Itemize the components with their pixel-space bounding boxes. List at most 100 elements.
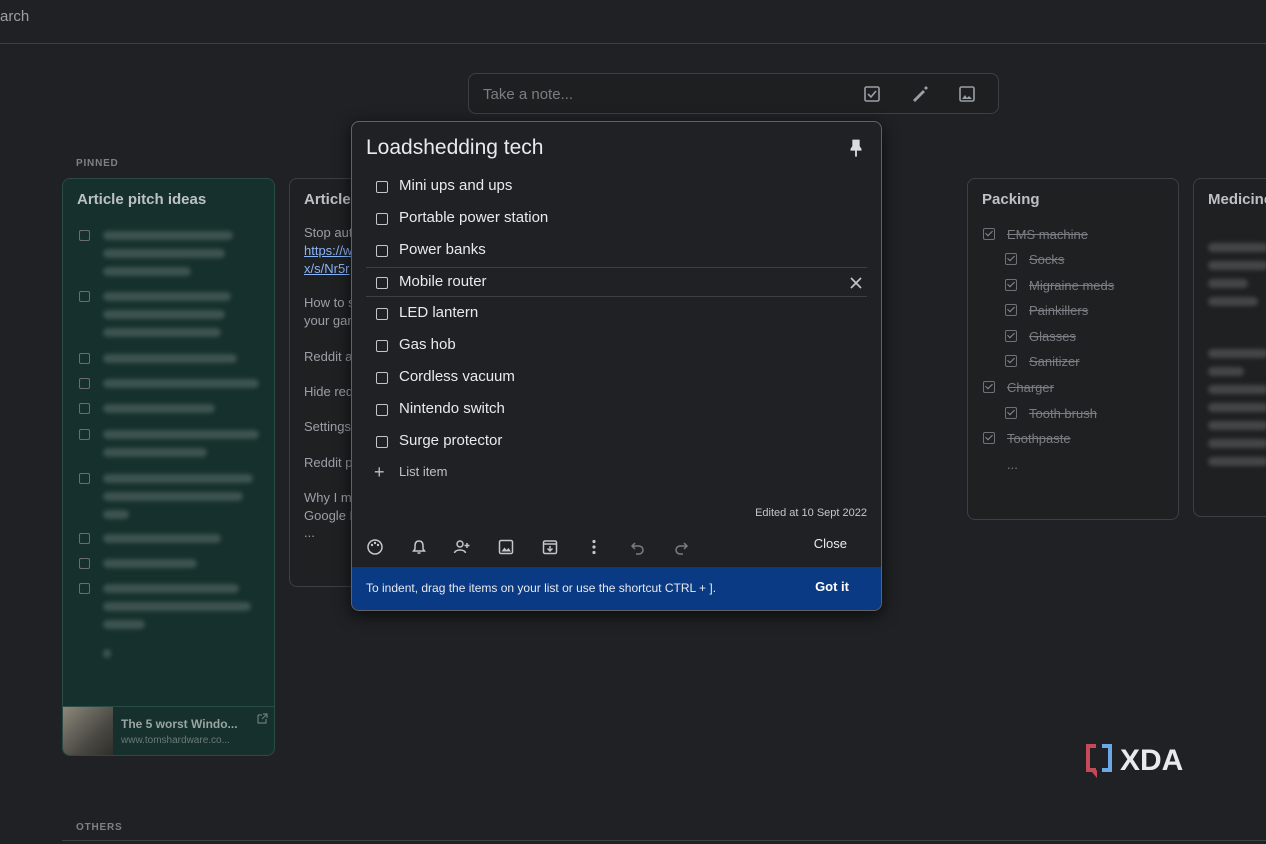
checkbox[interactable]	[376, 372, 388, 384]
delete-item-icon[interactable]	[845, 272, 867, 294]
packing-item: Toothpaste	[1007, 431, 1071, 446]
collaborator-icon[interactable]	[453, 538, 471, 556]
got-it-button[interactable]: Got it	[815, 579, 849, 594]
list-item[interactable]: Power banks	[366, 236, 867, 266]
checkbox[interactable]	[79, 533, 90, 544]
add-image-icon[interactable]	[497, 538, 515, 556]
checkbox[interactable]	[376, 436, 388, 448]
others-label: OTHERS	[76, 822, 123, 833]
list-item-text[interactable]: Surge protector	[399, 432, 502, 449]
card-title: Article	[304, 191, 351, 208]
list-item-text[interactable]: Portable power station	[399, 209, 548, 226]
xda-logo-icon: XDA	[1086, 744, 1183, 778]
list-item-text[interactable]: Nintendo switch	[399, 400, 505, 417]
checked-checkbox[interactable]	[1005, 330, 1017, 342]
list-item[interactable]: Gas hob	[366, 331, 867, 361]
article-line: How to s	[304, 295, 355, 310]
checked-checkbox[interactable]	[983, 228, 995, 240]
article-link[interactable]: x/s/Nr5r	[304, 261, 350, 276]
undo-icon[interactable]	[629, 538, 647, 556]
checkbox[interactable]	[79, 429, 90, 440]
checkbox[interactable]	[79, 583, 90, 594]
checkbox[interactable]	[79, 403, 90, 414]
article-link[interactable]: https://w	[304, 243, 352, 258]
list-item-text[interactable]: Mobile router	[399, 273, 487, 290]
list-item-text[interactable]: Cordless vacuum	[399, 368, 515, 385]
checked-checkbox[interactable]	[983, 381, 995, 393]
link-url: www.tomshardware.co...	[121, 735, 230, 746]
search-input-text[interactable]: arch	[0, 8, 29, 25]
close-button[interactable]: Close	[814, 536, 847, 551]
checked-checkbox[interactable]	[983, 432, 995, 444]
card-title: Packing	[982, 191, 1040, 208]
open-link-icon[interactable]	[256, 713, 268, 725]
list-item[interactable]: Surge protector	[366, 427, 867, 457]
checked-checkbox[interactable]	[1005, 253, 1017, 265]
checkbox[interactable]	[79, 291, 90, 302]
plus-icon: +	[374, 462, 385, 482]
redo-icon[interactable]	[672, 538, 690, 556]
list-item[interactable]: LED lantern	[366, 299, 867, 329]
article-line: Hide red	[304, 384, 354, 399]
list-item[interactable]: Mini ups and ups	[366, 172, 867, 202]
add-list-item-label: List item	[399, 464, 448, 479]
checkbox[interactable]	[376, 404, 388, 416]
banner-message: To indent, drag the items on your list o…	[366, 581, 717, 595]
image-icon[interactable]	[957, 84, 977, 104]
article-line: Stop aut	[304, 225, 353, 240]
checkbox[interactable]	[376, 181, 388, 193]
packing-item: Sanitizer	[1029, 354, 1080, 369]
reminder-bell-icon[interactable]	[410, 538, 428, 556]
list-item[interactable]: Mobile router	[366, 267, 867, 297]
indent-tip-banner: To indent, drag the items on your list o…	[352, 567, 881, 610]
checked-checkbox[interactable]	[1005, 355, 1017, 367]
list-item[interactable]: Cordless vacuum	[366, 363, 867, 393]
checked-checkbox[interactable]	[1005, 407, 1017, 419]
more-options-icon[interactable]	[585, 538, 603, 556]
link-thumbnail	[63, 707, 113, 755]
checked-checkbox[interactable]	[1005, 279, 1017, 291]
list-item-text[interactable]: Power banks	[399, 241, 486, 258]
pin-icon[interactable]	[845, 136, 867, 158]
list-item[interactable]: Nintendo switch	[366, 395, 867, 425]
palette-icon[interactable]	[366, 538, 384, 556]
checkbox[interactable]	[376, 340, 388, 352]
take-note-input[interactable]	[483, 84, 843, 104]
checkbox[interactable]	[79, 230, 90, 241]
packing-item: Charger	[1007, 380, 1054, 395]
article-line: ...	[304, 525, 315, 540]
top-bar: arch	[0, 0, 1266, 44]
note-card-packing[interactable]: Packing EMS machine Socks Migraine meds …	[967, 178, 1179, 520]
packing-item: Tooth brush	[1029, 406, 1097, 421]
checkbox[interactable]	[79, 353, 90, 364]
list-item-text[interactable]: LED lantern	[399, 304, 478, 321]
note-card-article-pitch[interactable]: Article pitch ideas The 5 worst Windo...…	[62, 178, 275, 756]
packing-item: Migraine meds	[1029, 278, 1115, 293]
link-title: The 5 worst Windo...	[121, 717, 238, 731]
others-row-edge	[62, 840, 1266, 844]
list-item-text[interactable]: Mini ups and ups	[399, 177, 512, 194]
xda-watermark: XDA	[1086, 742, 1206, 780]
checkbox[interactable]	[79, 378, 90, 389]
checkbox[interactable]	[376, 308, 388, 320]
checkbox[interactable]	[376, 277, 388, 289]
checkbox[interactable]	[376, 213, 388, 225]
pinned-label: PINNED	[76, 158, 119, 169]
checked-checkbox[interactable]	[1005, 304, 1017, 316]
article-line: Reddit pr	[304, 455, 357, 470]
take-note-bar[interactable]	[468, 73, 999, 114]
card-title: Medicine	[1208, 191, 1266, 208]
archive-icon[interactable]	[541, 538, 559, 556]
note-card-medicine[interactable]: Medicine	[1193, 178, 1266, 517]
drawing-icon[interactable]	[909, 84, 929, 104]
checkbox[interactable]	[376, 245, 388, 257]
note-title[interactable]: Loadshedding tech	[366, 136, 544, 160]
note-editor-dialog[interactable]: Loadshedding tech Mini ups and ups Porta…	[351, 121, 882, 611]
list-item-text[interactable]: Gas hob	[399, 336, 456, 353]
checkbox[interactable]	[79, 558, 90, 569]
new-list-icon[interactable]	[862, 84, 882, 104]
packing-item: Socks	[1029, 252, 1065, 267]
checkbox[interactable]	[79, 473, 90, 484]
list-item[interactable]: Portable power station	[366, 204, 867, 234]
link-preview[interactable]: The 5 worst Windo... www.tomshardware.co…	[63, 706, 274, 755]
